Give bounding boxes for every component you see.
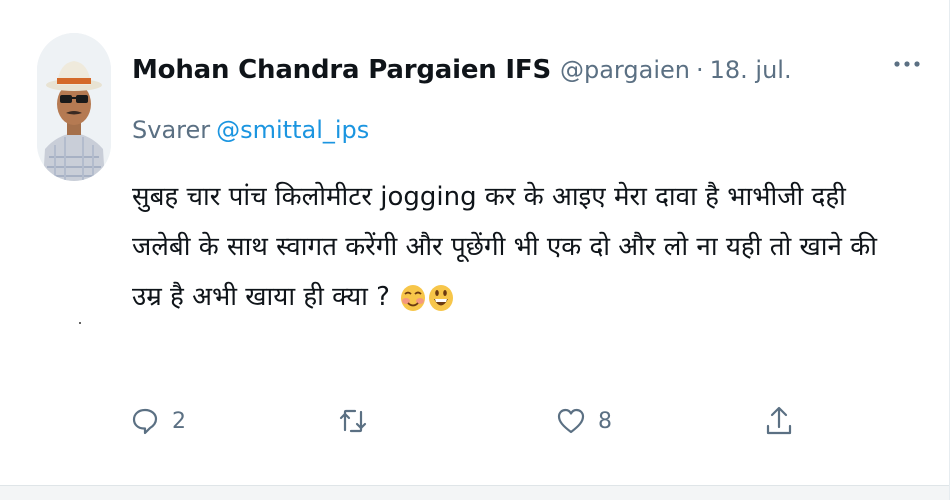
- next-tweet-divider: [0, 485, 949, 500]
- tweet-actions: 2 8: [0, 398, 950, 444]
- retweet-button[interactable]: [336, 398, 382, 444]
- grinning-face-emoji: [429, 285, 454, 311]
- reply-button[interactable]: 2: [130, 398, 186, 444]
- like-count: 8: [598, 408, 612, 434]
- reply-icon: [132, 408, 158, 435]
- like-icon: [557, 408, 585, 434]
- smiling-face-with-smiling-eyes-emoji: [401, 285, 426, 311]
- replying-to: Svarer @smittal_ips: [132, 116, 369, 144]
- more-options-button[interactable]: [891, 52, 923, 76]
- like-button[interactable]: 8: [556, 398, 612, 444]
- stray-mark: [79, 322, 81, 324]
- replying-to-label: Svarer: [132, 116, 211, 144]
- tweet-card[interactable]: Mohan Chandra Pargaien IFS @pargaien · 1…: [0, 0, 950, 500]
- author-name[interactable]: Mohan Chandra Pargaien IFS: [132, 55, 551, 85]
- separator-dot: ·: [695, 56, 704, 84]
- avatar[interactable]: [37, 33, 111, 181]
- reply-count: 2: [172, 408, 186, 434]
- share-icon: [766, 406, 792, 435]
- tweet-text-block: सुबह चार पांच किलोमीटर jogging कर के आइए…: [132, 172, 907, 322]
- avatar-image: [37, 33, 111, 181]
- tweet-text: सुबह चार पांच किलोमीटर jogging कर के आइए…: [132, 182, 877, 312]
- tweet-header: Mohan Chandra Pargaien IFS @pargaien · 1…: [132, 50, 792, 90]
- tweet-date[interactable]: 18. jul.: [710, 56, 792, 84]
- author-handle[interactable]: @pargaien: [560, 56, 690, 84]
- reply-mention-link[interactable]: @smittal_ips: [216, 116, 369, 144]
- retweet-icon: [339, 409, 367, 433]
- more-dots-icon: [894, 61, 920, 67]
- share-button[interactable]: [764, 398, 794, 444]
